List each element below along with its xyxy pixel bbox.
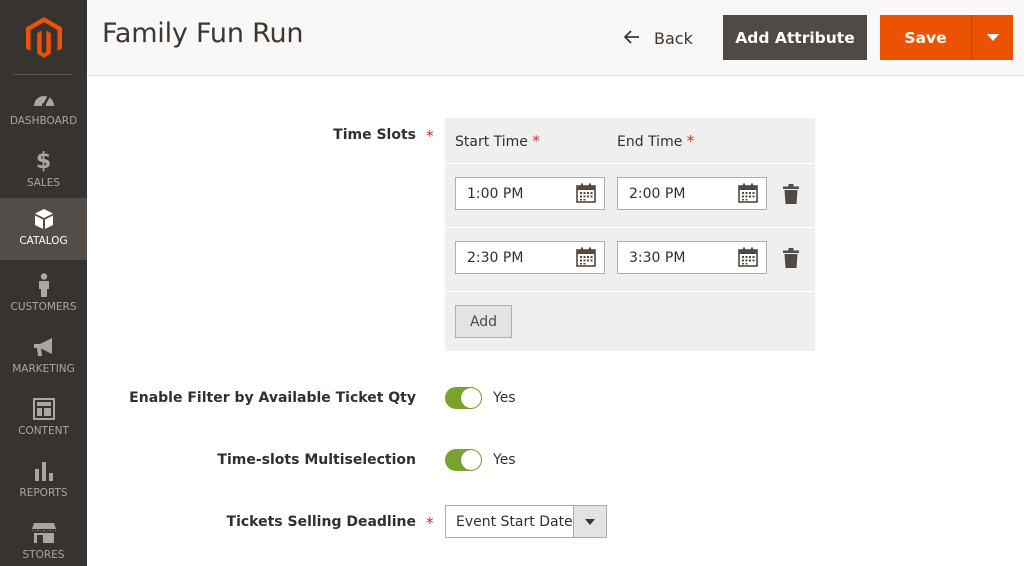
toggle-knob xyxy=(461,450,481,470)
layout-icon xyxy=(32,398,55,420)
caret-down-icon xyxy=(986,33,999,41)
row-divider xyxy=(445,163,815,164)
person-icon xyxy=(37,273,51,297)
multiselection-value: Yes xyxy=(493,452,516,468)
calendar-icon[interactable] xyxy=(738,183,758,207)
start-time-input[interactable]: 1:00 PM xyxy=(455,177,605,210)
sidebar-item-customers[interactable]: Customers xyxy=(0,264,87,326)
calendar-icon[interactable] xyxy=(576,183,596,207)
end-time-header: End Time * xyxy=(617,132,695,150)
delete-row-button[interactable] xyxy=(783,184,799,208)
trash-icon xyxy=(783,248,799,268)
logo-divider xyxy=(13,74,73,75)
sidebar-label: Sales xyxy=(26,177,61,189)
save-options-toggle[interactable] xyxy=(972,15,1013,60)
start-time-input[interactable]: 2:30 PM xyxy=(455,241,605,274)
sidebar-item-marketing[interactable]: Marketing xyxy=(0,326,87,388)
dashboard-icon xyxy=(32,88,56,110)
add-time-slot-button[interactable]: Add xyxy=(455,305,512,338)
multiselection-toggle[interactable] xyxy=(445,449,482,471)
admin-sidebar: Dashboard $ Sales Catalog Customers Mark… xyxy=(0,0,87,566)
calendar-icon[interactable] xyxy=(576,247,596,271)
end-time-input[interactable]: 2:00 PM xyxy=(617,177,767,210)
magento-logo-icon xyxy=(25,16,62,58)
row-divider xyxy=(445,291,815,292)
time-slots-label: Time Slots xyxy=(333,127,416,143)
filter-by-qty-toggle[interactable] xyxy=(445,387,482,409)
sidebar-item-reports[interactable]: Reports xyxy=(0,450,87,512)
deadline-select[interactable]: Event Start Date xyxy=(445,505,607,538)
end-time-input[interactable]: 3:30 PM xyxy=(617,241,767,274)
required-mark: * xyxy=(426,127,434,145)
sidebar-item-dashboard[interactable]: Dashboard xyxy=(0,78,87,140)
save-split-button: Save xyxy=(880,15,1013,60)
toggle-knob xyxy=(461,388,481,408)
box-icon xyxy=(34,208,54,230)
row-divider xyxy=(445,227,815,228)
arrow-left-icon xyxy=(623,29,640,48)
dollar-icon: $ xyxy=(35,148,52,174)
add-attribute-button[interactable]: Add Attribute xyxy=(723,15,867,60)
page-header: Family Fun Run Back Add Attribute Save xyxy=(87,0,1024,76)
required-mark: * xyxy=(426,514,434,532)
trash-icon xyxy=(783,184,799,204)
sidebar-label: Content xyxy=(18,425,69,437)
sidebar-item-content[interactable]: Content xyxy=(0,388,87,450)
start-time-header: Start Time * xyxy=(455,132,540,150)
sidebar-item-sales[interactable]: $ Sales xyxy=(0,140,87,202)
storefront-icon xyxy=(31,522,57,544)
back-button[interactable]: Back xyxy=(623,26,693,50)
sidebar-item-catalog[interactable]: Catalog xyxy=(0,198,87,260)
multiselection-label: Time-slots Multiselection xyxy=(217,452,416,468)
sidebar-label: Reports xyxy=(19,487,68,499)
sidebar-label: Catalog xyxy=(19,235,68,247)
sidebar-item-stores[interactable]: Stores xyxy=(0,512,87,566)
delete-row-button[interactable] xyxy=(783,248,799,272)
sidebar-label: Customers xyxy=(10,301,77,313)
sidebar-label: Dashboard xyxy=(9,115,78,127)
filter-by-qty-label: Enable Filter by Available Ticket Qty xyxy=(129,390,416,406)
deadline-label: Tickets Selling Deadline xyxy=(226,514,416,530)
sidebar-label: Stores xyxy=(22,549,65,561)
time-slots-header: Start Time * End Time * xyxy=(445,118,815,163)
page-title: Family Fun Run xyxy=(102,18,304,49)
magento-logo[interactable] xyxy=(0,0,87,75)
calendar-icon[interactable] xyxy=(738,247,758,271)
save-button[interactable]: Save xyxy=(880,15,971,60)
megaphone-icon xyxy=(32,336,56,358)
time-slots-grid: Start Time * End Time * 1:00 PM 2:00 PM … xyxy=(445,118,815,351)
deadline-selected-value: Event Start Date xyxy=(456,513,573,530)
select-arrow xyxy=(573,506,606,537)
filter-by-qty-value: Yes xyxy=(493,390,516,406)
bar-chart-icon xyxy=(34,460,54,482)
back-label: Back xyxy=(654,28,693,48)
sidebar-label: Marketing xyxy=(12,363,75,375)
caret-down-icon xyxy=(585,518,595,525)
